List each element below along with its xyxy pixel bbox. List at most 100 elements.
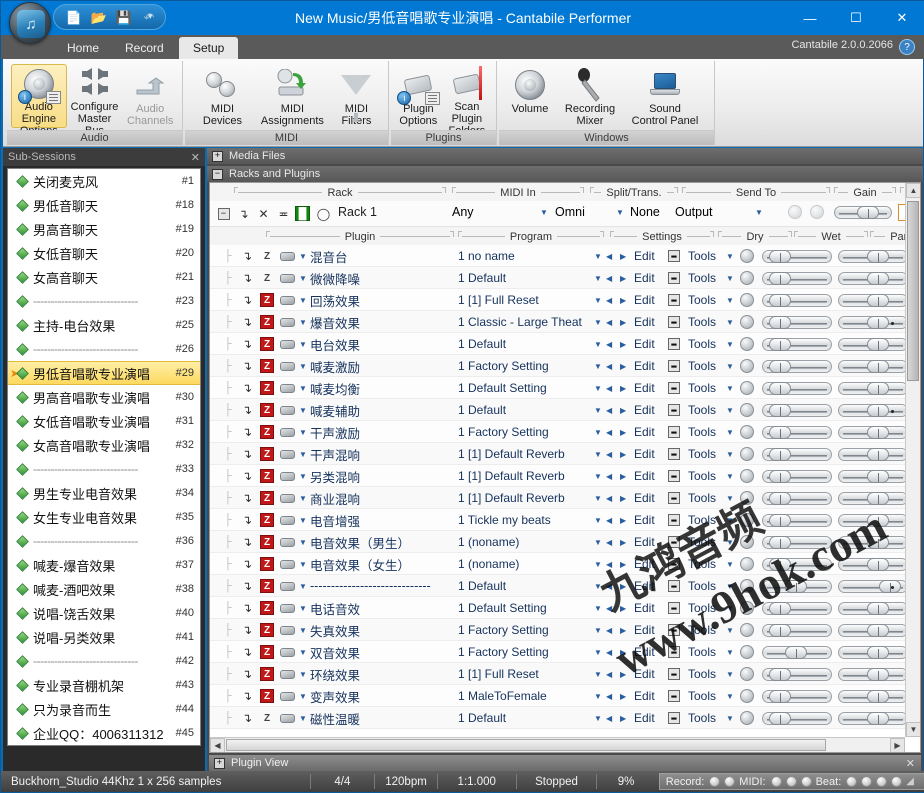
plugin-row[interactable]: ├ ↴ Z ▼ 电音效果（男生） 1 (noname) ▼ ◀ ▶ Edit ▬ Tools ▼ — [210, 531, 920, 553]
sub-session-row[interactable]: ➤ 男低音唱歌专业演唱 #29 — [8, 361, 200, 385]
plugin-route-icon[interactable]: ↴ — [242, 707, 252, 729]
plugin-tree-line[interactable]: ├ — [224, 707, 232, 729]
plugin-chip-icon[interactable] — [280, 707, 295, 729]
sub-session-row[interactable]: 女低音聊天 #20 — [8, 241, 200, 265]
plugin-wet-slider[interactable] — [838, 663, 908, 685]
plugin-program-next-icon[interactable]: ▶ — [620, 641, 626, 663]
plugin-route-icon[interactable]: ↴ — [242, 245, 252, 267]
plugin-settings-icon[interactable]: ▬ — [668, 245, 680, 267]
plugin-dry-slider[interactable] — [762, 465, 832, 487]
scroll-left-icon[interactable]: ◀ — [210, 738, 225, 752]
plugin-dry-slider[interactable] — [762, 399, 832, 421]
sub-session-row[interactable]: 女高音唱歌专业演唱 #32 — [8, 433, 200, 457]
plugin-dropdown-icon[interactable]: ▼ — [299, 509, 307, 531]
plugin-route-icon[interactable]: ↴ — [242, 355, 252, 377]
plugin-learn-knob-icon[interactable] — [740, 663, 754, 685]
plugin-dry-slider[interactable] — [762, 641, 832, 663]
plugin-name[interactable]: 环绕效果 — [310, 663, 360, 685]
plugin-edit-button[interactable]: Edit — [634, 685, 655, 707]
plugin-program-name[interactable]: 1 Default — [458, 707, 506, 729]
plugin-route-icon[interactable]: ↴ — [242, 377, 252, 399]
plugin-program-name[interactable]: 1 Factory Setting — [458, 421, 549, 443]
plugin-chip-icon[interactable] — [280, 575, 295, 597]
plugin-tools-dropdown-icon[interactable]: ▼ — [726, 421, 734, 443]
plugin-tree-line[interactable]: ├ — [224, 267, 232, 289]
plugin-tools-button[interactable]: Tools — [688, 509, 716, 531]
plugin-tree-line[interactable]: ├ — [224, 311, 232, 333]
sub-session-row[interactable]: ------------------------------ #26 — [8, 337, 200, 361]
plugin-program-prev-icon[interactable]: ◀ — [606, 245, 612, 267]
plugin-program-dropdown-icon[interactable]: ▼ — [594, 465, 602, 487]
sub-session-row[interactable]: 女低音唱歌专业演唱 #31 — [8, 409, 200, 433]
plugin-learn-knob-icon[interactable] — [740, 421, 754, 443]
plugin-program-next-icon[interactable]: ▶ — [620, 399, 626, 421]
plugin-wet-slider[interactable] — [838, 399, 908, 421]
plugin-program-prev-icon[interactable]: ◀ — [606, 377, 612, 399]
plugin-settings-icon[interactable]: ▬ — [668, 421, 680, 443]
plugin-chip-icon[interactable] — [280, 597, 295, 619]
plugin-tools-dropdown-icon[interactable]: ▼ — [726, 531, 734, 553]
plugin-dry-slider[interactable] — [762, 685, 832, 707]
plugin-settings-icon[interactable]: ▬ — [668, 399, 680, 421]
plugin-edit-button[interactable]: Edit — [634, 333, 655, 355]
plugin-midi-indicator-icon[interactable]: Z — [260, 399, 274, 421]
plugin-settings-icon[interactable]: ▬ — [668, 289, 680, 311]
plugin-dry-slider[interactable] — [762, 707, 832, 729]
plugin-learn-knob-icon[interactable] — [740, 289, 754, 311]
rack-channel-dropdown-icon[interactable]: ▼ — [616, 201, 624, 223]
plugin-edit-button[interactable]: Edit — [634, 267, 655, 289]
plugin-learn-knob-icon[interactable] — [740, 311, 754, 333]
plugin-chip-icon[interactable] — [280, 421, 295, 443]
plugin-wet-slider[interactable] — [838, 707, 908, 729]
plugin-learn-knob-icon[interactable] — [740, 487, 754, 509]
scroll-up-icon[interactable]: ▲ — [906, 183, 920, 198]
plugin-wet-slider[interactable] — [838, 531, 908, 553]
plugin-tools-dropdown-icon[interactable]: ▼ — [726, 641, 734, 663]
plugin-settings-icon[interactable]: ▬ — [668, 553, 680, 575]
plugin-program-next-icon[interactable]: ▶ — [620, 487, 626, 509]
plugin-dry-slider[interactable] — [762, 421, 832, 443]
plugin-edit-button[interactable]: Edit — [634, 377, 655, 399]
recording-mixer-button[interactable]: Recording Mixer — [557, 64, 623, 128]
sub-sessions-close-icon[interactable]: ✕ — [191, 151, 200, 164]
plugin-midi-indicator-icon[interactable]: Z — [260, 377, 274, 399]
plugin-row[interactable]: ├ ↴ Z ▼ ----------------------------- 1 Defau… — [210, 575, 920, 597]
plugin-tree-line[interactable]: ├ — [224, 399, 232, 421]
plugin-tools-button[interactable]: Tools — [688, 267, 716, 289]
plugin-tools-button[interactable]: Tools — [688, 399, 716, 421]
plugin-dry-slider[interactable] — [762, 531, 832, 553]
plugin-wet-slider[interactable] — [838, 685, 908, 707]
plugin-dry-slider[interactable] — [762, 597, 832, 619]
sub-session-row[interactable]: 专业录音棚机架 #43 — [8, 673, 200, 697]
plugin-dry-slider[interactable] — [762, 333, 832, 355]
plugin-edit-button[interactable]: Edit — [634, 707, 655, 729]
plugin-name[interactable]: 电音增强 — [310, 509, 360, 531]
plugin-program-prev-icon[interactable]: ◀ — [606, 487, 612, 509]
rack-name[interactable]: Rack 1 — [338, 201, 377, 223]
plugin-route-icon[interactable]: ↴ — [242, 553, 252, 575]
plugin-tools-button[interactable]: Tools — [688, 531, 716, 553]
plugin-midi-indicator-icon[interactable]: Z — [260, 707, 274, 729]
plugin-program-next-icon[interactable]: ▶ — [620, 311, 626, 333]
qat-dropdown-icon[interactable]: ▾ — [148, 11, 153, 22]
plugin-program-name[interactable]: 1 Tickle my beats — [458, 509, 551, 531]
sub-session-row[interactable]: ------------------------------ #36 — [8, 529, 200, 553]
plugin-row[interactable]: ├ ↴ Z ▼ 喊麦均衡 1 Default Setting ▼ ◀ ▶ Edit ▬ Tools ▼ — [210, 377, 920, 399]
plugin-settings-icon[interactable]: ▬ — [668, 267, 680, 289]
plugin-program-name[interactable]: 1 Default Setting — [458, 597, 547, 619]
sub-session-row[interactable]: 喊麦-爆音效果 #37 — [8, 553, 200, 577]
sub-session-row[interactable]: 创作者：颖#46 — [8, 745, 200, 746]
plugin-program-prev-icon[interactable]: ◀ — [606, 619, 612, 641]
plugin-tools-dropdown-icon[interactable]: ▼ — [726, 443, 734, 465]
plugin-chip-icon[interactable] — [280, 245, 295, 267]
plugin-settings-icon[interactable]: ▬ — [668, 641, 680, 663]
plugin-program-next-icon[interactable]: ▶ — [620, 663, 626, 685]
plugin-wet-slider[interactable] — [838, 597, 908, 619]
midi-assignments-button[interactable]: MIDI Assignments — [256, 64, 329, 128]
plugin-route-icon[interactable]: ↴ — [242, 311, 252, 333]
rack-send-to-value[interactable]: Output — [675, 201, 713, 223]
plugin-route-icon[interactable]: ↴ — [242, 641, 252, 663]
plugin-name[interactable]: 双音效果 — [310, 641, 360, 663]
app-logo-orb[interactable]: ♫ — [9, 2, 51, 44]
plugin-program-prev-icon[interactable]: ◀ — [606, 509, 612, 531]
